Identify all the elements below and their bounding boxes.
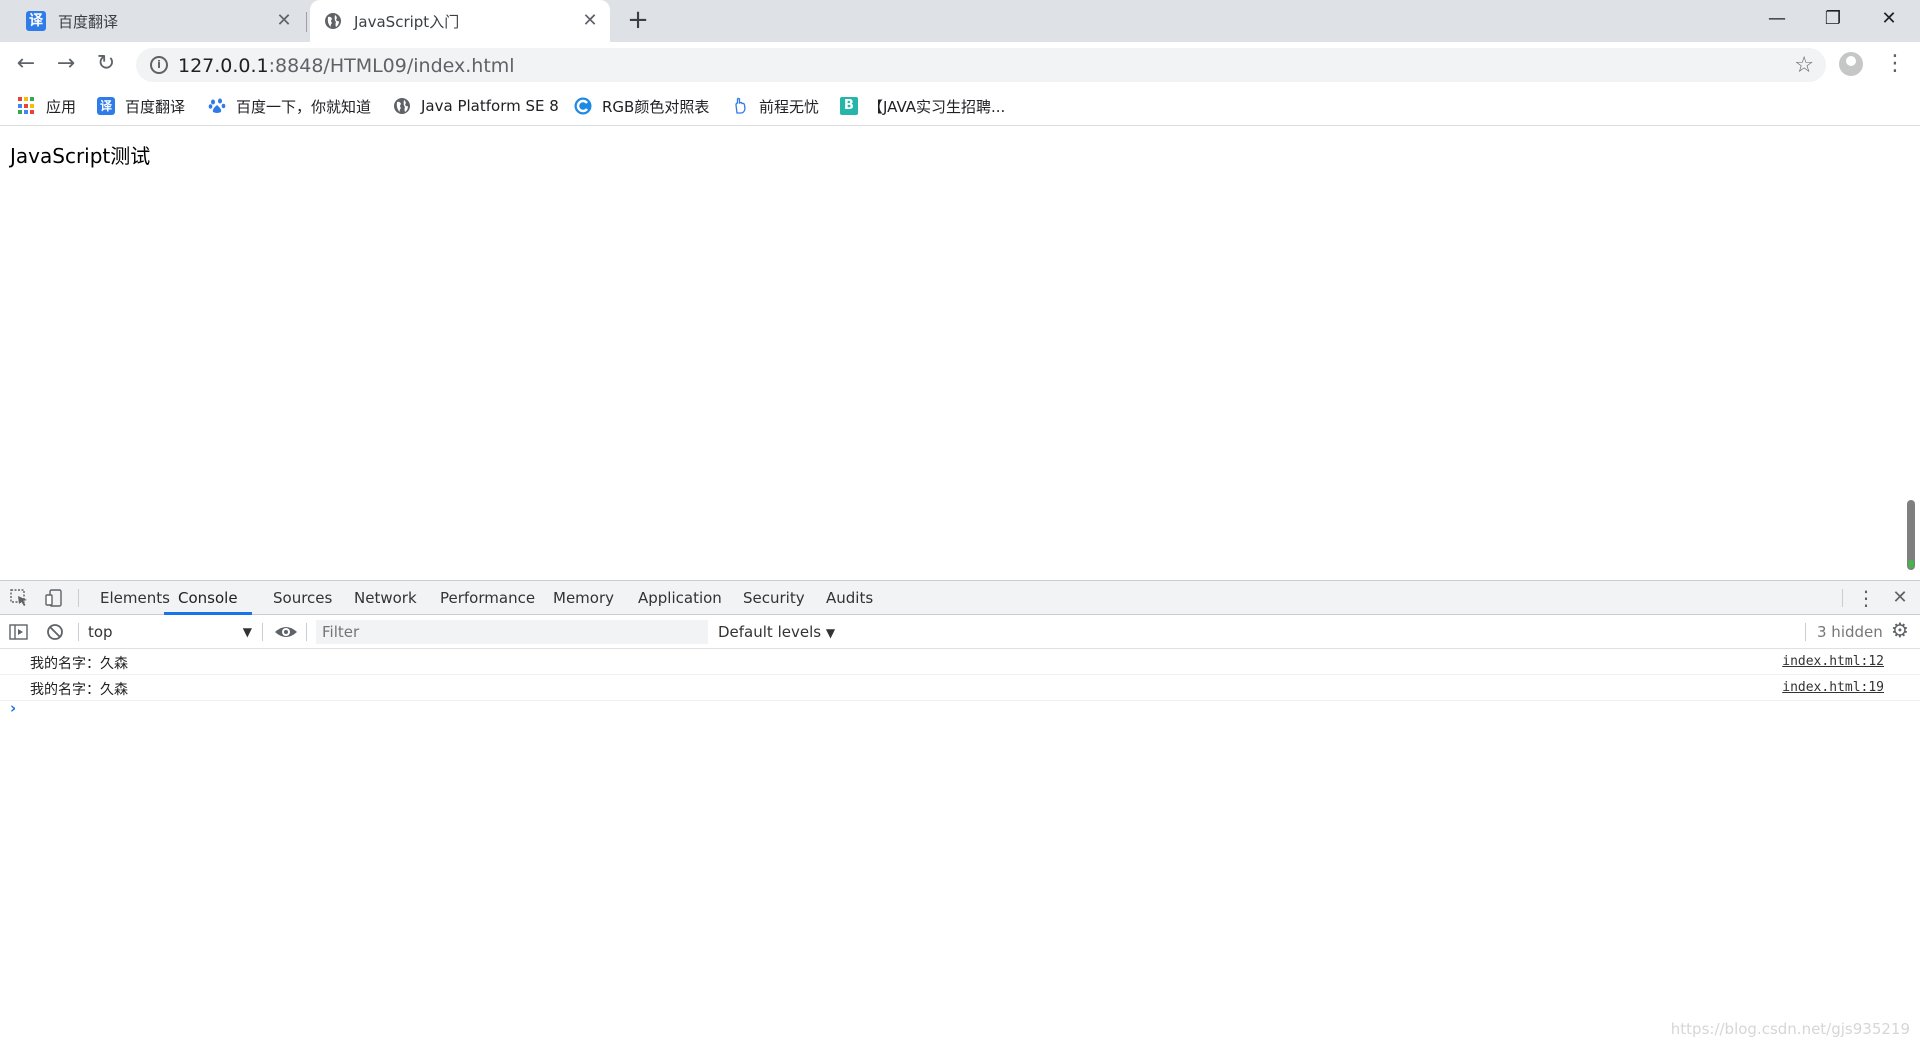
tab-title: JavaScript入门 xyxy=(354,12,460,31)
bookmark-label: 百度翻译 xyxy=(125,97,186,116)
tab-performance[interactable]: Performance xyxy=(440,581,535,615)
sidebar-toggle-icon[interactable] xyxy=(9,623,29,641)
tab-sources[interactable]: Sources xyxy=(273,581,332,615)
tab-security[interactable]: Security xyxy=(743,581,805,615)
tab-console[interactable]: Console xyxy=(164,581,252,615)
log-levels-label: Default levels xyxy=(718,623,822,641)
dropdown-caret-icon: ▼ xyxy=(825,626,836,640)
window-close-button[interactable]: ✕ xyxy=(1860,0,1918,40)
bookmark-apps[interactable]: 应用 xyxy=(18,94,76,118)
context-value: top xyxy=(88,623,113,641)
tab-application[interactable]: Application xyxy=(638,581,722,615)
bookmark-rgb-table[interactable]: RGB颜色对照表 xyxy=(574,94,709,118)
tab-network[interactable]: Network xyxy=(354,581,417,615)
fanyi-icon: 译 xyxy=(97,97,115,115)
minimize-button[interactable]: — xyxy=(1748,0,1806,40)
new-tab-button[interactable]: + xyxy=(625,7,651,34)
console-settings-gear-icon[interactable]: ⚙ xyxy=(1890,620,1910,640)
globe-icon xyxy=(394,98,410,114)
browser-toolbar: ← → ↻ i 127.0.0.1:8848/HTML09/index.html… xyxy=(0,42,1920,86)
tab-separator xyxy=(306,12,307,32)
toolbar-divider xyxy=(262,623,263,641)
c-logo-icon xyxy=(574,97,592,115)
url-path: :8848/HTML09/index.html xyxy=(268,55,515,77)
live-expression-eye-icon[interactable] xyxy=(274,623,298,641)
fanyi-icon: 译 xyxy=(26,11,46,31)
hand-icon xyxy=(735,97,746,114)
bookmark-label: 应用 xyxy=(46,97,77,116)
console-message-text: 我的名字：久森 xyxy=(30,656,128,672)
bookmark-baidu-fanyi[interactable]: 译 百度翻译 xyxy=(97,94,185,118)
console-toolbar: top ▼ Default levels ▼ 3 hidden ⚙ xyxy=(0,615,1920,649)
bookmark-label: 【JAVA实习生招聘... xyxy=(868,97,1006,116)
bookmark-label: Java Platform SE 8 xyxy=(421,97,559,115)
watermark: https://blog.csdn.net/gjs935219 xyxy=(1670,1020,1910,1038)
bookmark-star-icon[interactable]: ☆ xyxy=(1794,53,1814,78)
url-text[interactable]: 127.0.0.1:8848/HTML09/index.html xyxy=(178,55,515,77)
console-prompt[interactable]: › xyxy=(10,699,16,717)
bookmark-label: 百度一下，你就知道 xyxy=(236,97,372,116)
bookmark-label: RGB颜色对照表 xyxy=(602,97,710,116)
info-icon[interactable]: i xyxy=(150,56,168,74)
apps-icon xyxy=(18,97,36,115)
close-devtools-icon[interactable]: ✕ xyxy=(1890,589,1910,607)
close-icon[interactable]: ✕ xyxy=(274,11,294,31)
filter-input[interactable] xyxy=(316,620,708,644)
bookmarks-bar: 应用 译 百度翻译 百度一下，你就知道 Java Platform SE 8 R… xyxy=(0,86,1920,126)
device-toolbar-icon[interactable] xyxy=(44,589,64,607)
maximize-button[interactable]: ❐ xyxy=(1804,0,1862,40)
toolbar-divider xyxy=(78,589,79,607)
bookmark-baidu[interactable]: 百度一下，你就知道 xyxy=(208,94,371,118)
bookmark-label: 前程无忧 xyxy=(759,97,820,116)
tab-strip: 译 百度翻译 ✕ JavaScript入门 ✕ + — ❐ ✕ xyxy=(0,0,1920,42)
back-button[interactable]: ← xyxy=(12,50,40,78)
tab-javascript-intro[interactable]: JavaScript入门 ✕ xyxy=(310,0,610,42)
tab-baidu-fanyi[interactable]: 译 百度翻译 ✕ xyxy=(14,0,304,42)
tab-memory[interactable]: Memory xyxy=(553,581,614,615)
clear-console-icon[interactable] xyxy=(45,623,65,641)
toolbar-divider xyxy=(306,623,307,641)
bookmark-java-intern[interactable]: B 【JAVA实习生招聘... xyxy=(840,94,1005,118)
console-message-text: 我的名字：久森 xyxy=(30,682,128,698)
reload-button[interactable]: ↻ xyxy=(92,50,120,78)
url-host: 127.0.0.1 xyxy=(178,55,269,77)
b-logo-icon: B xyxy=(840,97,858,115)
toolbar-divider xyxy=(78,623,79,641)
devtools-menu-icon[interactable]: ⋮ xyxy=(1856,588,1876,608)
dropdown-caret-icon: ▼ xyxy=(242,625,252,639)
context-select[interactable]: top ▼ xyxy=(88,621,256,643)
close-icon[interactable]: ✕ xyxy=(580,11,600,31)
tab-audits[interactable]: Audits xyxy=(826,581,873,615)
console-message-source-link[interactable]: index.html:19 xyxy=(1782,680,1884,695)
bookmark-51job[interactable]: 前程无忧 xyxy=(731,94,819,118)
toolbar-divider xyxy=(1842,589,1843,607)
baidu-paw-icon xyxy=(208,98,226,113)
log-levels-dropdown[interactable]: Default levels ▼ xyxy=(718,621,835,644)
page-scrollbar[interactable] xyxy=(1907,500,1915,570)
console-message: 我的名字：久森 index.html:19 xyxy=(0,675,1920,701)
tab-title: 百度翻译 xyxy=(58,12,119,31)
toolbar-divider xyxy=(1805,623,1806,641)
inspect-element-icon[interactable] xyxy=(10,589,30,607)
console-message: 我的名字：久森 index.html:12 xyxy=(0,649,1920,675)
forward-button[interactable]: → xyxy=(52,50,80,78)
devtools-tab-bar: Elements Console Sources Network Perform… xyxy=(0,581,1920,615)
tab-elements[interactable]: Elements xyxy=(100,581,170,615)
globe-icon xyxy=(325,13,341,29)
bookmark-java-platform[interactable]: Java Platform SE 8 xyxy=(393,94,559,118)
devtools-panel: Elements Console Sources Network Perform… xyxy=(0,580,1920,1042)
page-heading: JavaScript测试 xyxy=(10,144,151,168)
browser-menu-icon[interactable]: ⋮ xyxy=(1884,50,1906,78)
hidden-messages-count: 3 hidden xyxy=(1817,623,1883,641)
profile-avatar-icon[interactable] xyxy=(1839,52,1863,76)
address-bar[interactable]: i 127.0.0.1:8848/HTML09/index.html ☆ xyxy=(136,48,1826,82)
console-message-source-link[interactable]: index.html:12 xyxy=(1782,654,1884,669)
